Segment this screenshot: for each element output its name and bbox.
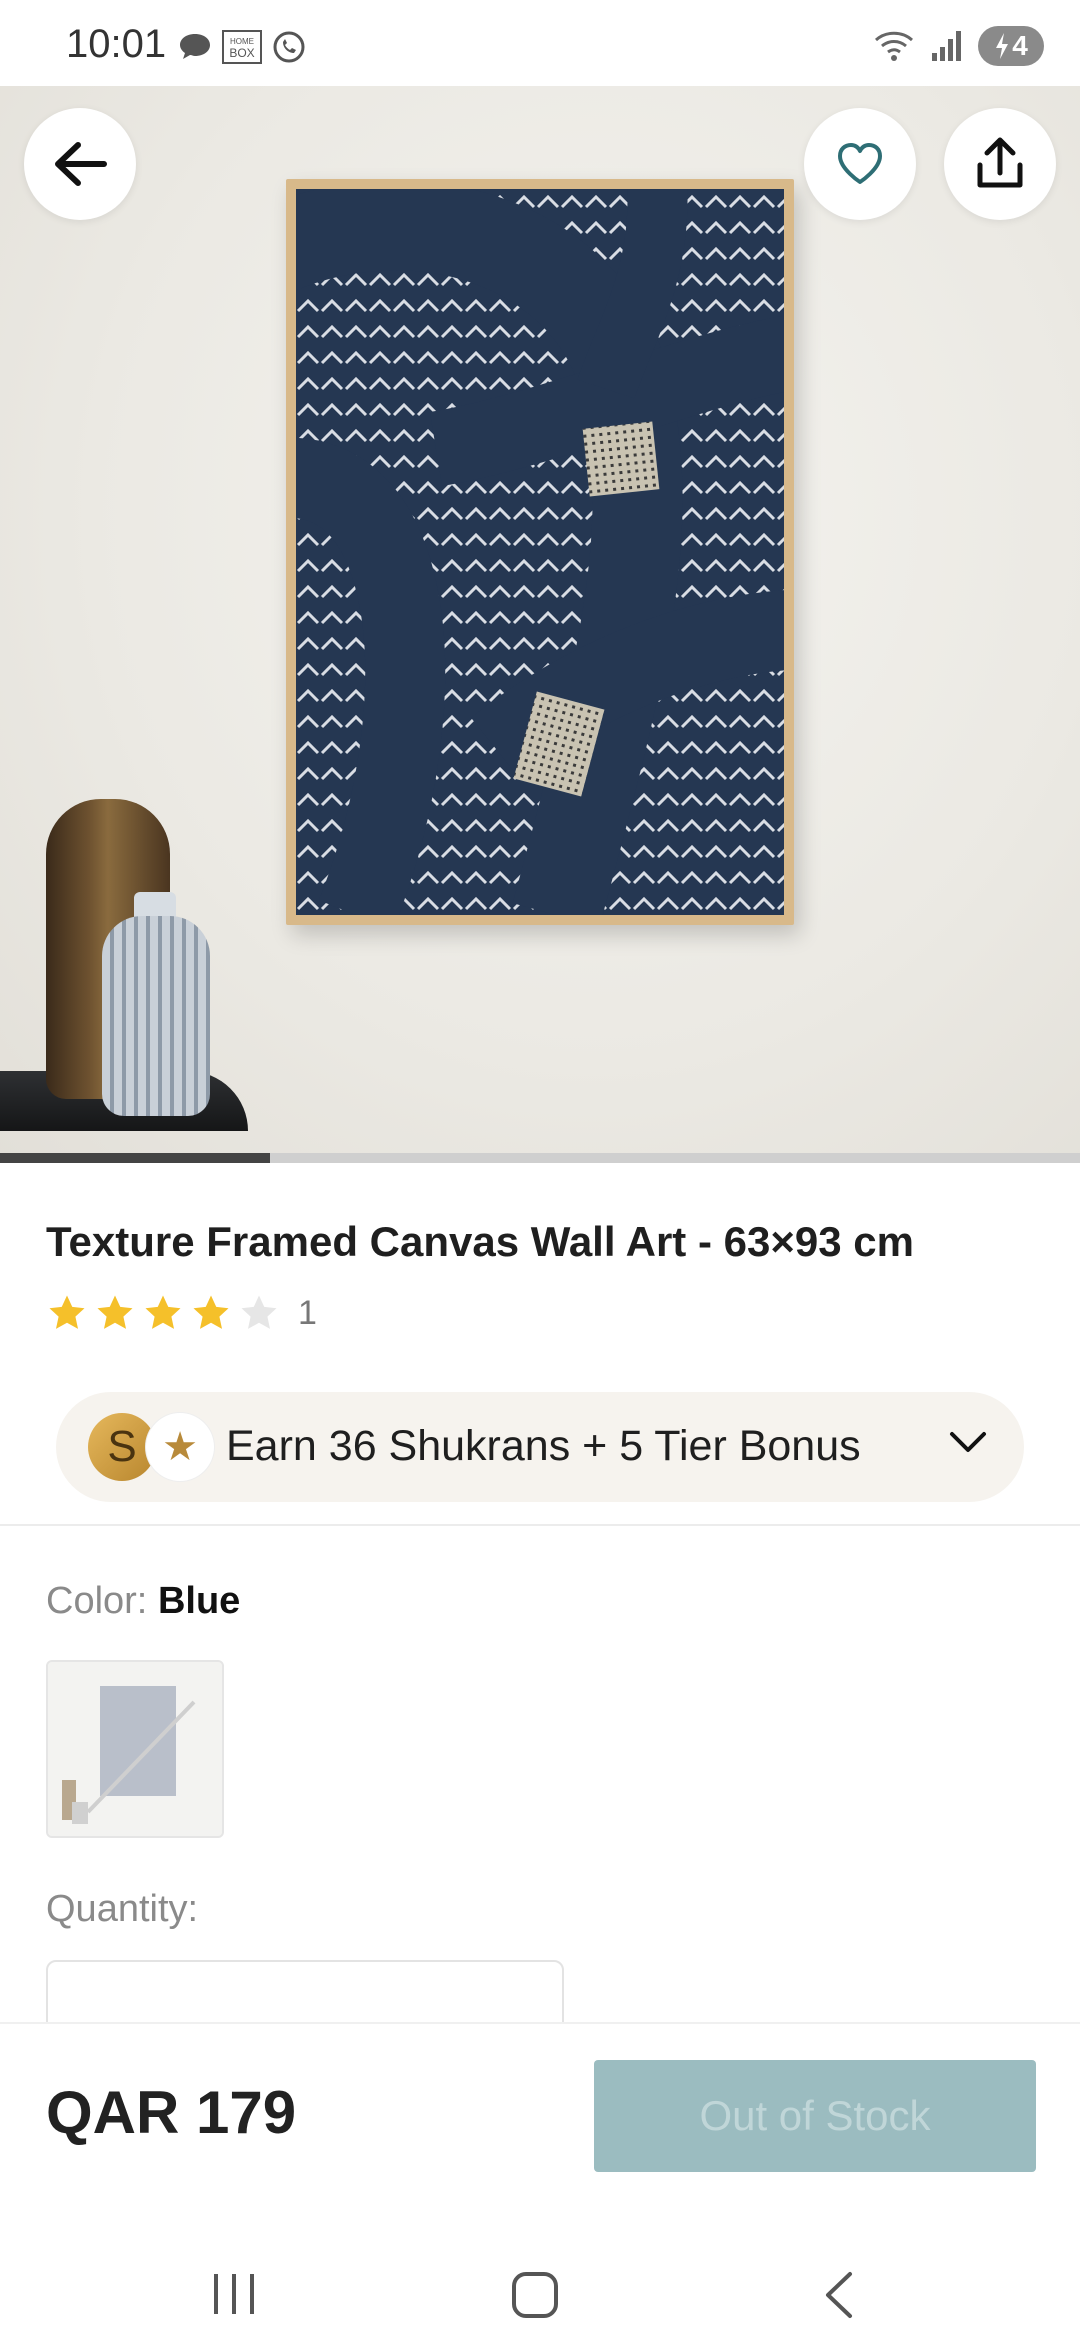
quantity-label: Quantity: (46, 1888, 199, 1930)
star-filled-icon (97, 1295, 133, 1329)
section-divider (0, 1524, 1080, 1526)
shukran-rewards-banner[interactable]: S ★ Earn 36 Shukrans + 5 Tier Bonus (56, 1392, 1024, 1502)
home-icon[interactable] (510, 2270, 560, 2320)
share-button[interactable] (944, 108, 1056, 220)
rating-count: 1 (298, 1293, 317, 1332)
share-icon (977, 137, 1023, 188)
shukran-earn-text: Earn 36 Shukrans + 5 Tier Bonus (226, 1422, 861, 1470)
svg-text:HOME: HOME (230, 37, 254, 46)
whatsapp-icon (273, 31, 305, 63)
battery-icon: 4 (978, 26, 1044, 66)
wishlist-button[interactable] (804, 108, 916, 220)
color-label-text: Color: (46, 1580, 148, 1622)
system-icons: 4 (872, 26, 1044, 66)
color-swatch-blue[interactable] (46, 1660, 224, 1838)
product-price: QAR 179 (46, 2079, 297, 2146)
chevron-down-icon (950, 1432, 986, 1452)
star-empty-icon (241, 1295, 277, 1329)
product-rating[interactable]: 1 (46, 1292, 317, 1334)
rating-stars (46, 1292, 280, 1334)
framed-canvas-artwork (286, 179, 794, 925)
product-title: Texture Framed Canvas Wall Art - 63×93 c… (46, 1218, 914, 1265)
ribbed-vase (102, 916, 210, 1116)
image-progress-bar (0, 1153, 1080, 1163)
star-filled-icon (145, 1295, 181, 1329)
back-nav-icon[interactable] (820, 2270, 860, 2320)
shukran-coin-letter: S (107, 1422, 137, 1471)
battery-level: 4 (1012, 30, 1028, 61)
notification-icons: HOME BOX (178, 30, 306, 64)
bottom-action-bar: QAR 179 Out of Stock (0, 2022, 1080, 2340)
image-progress-fill (0, 1153, 270, 1163)
color-value: Blue (157, 1580, 241, 1622)
system-nav-bar (0, 2250, 1080, 2340)
out-of-stock-button[interactable]: Out of Stock (594, 2060, 1036, 2172)
product-image-carousel[interactable] (0, 86, 1080, 1163)
recent-apps-icon[interactable] (210, 2270, 258, 2318)
status-time: 10:01 (66, 22, 167, 66)
svg-text:BOX: BOX (229, 46, 254, 60)
heart-icon (838, 143, 882, 184)
chat-icon (180, 34, 210, 59)
star-filled-icon (49, 1295, 85, 1329)
back-button[interactable] (24, 108, 136, 220)
tier-star-icon: ★ (146, 1413, 214, 1481)
color-label: Color: Blue (46, 1580, 240, 1623)
status-bar: 10:01 HOME BOX 4 (0, 0, 1080, 86)
back-arrow-icon (55, 142, 107, 186)
star-filled-icon (193, 1295, 229, 1329)
wifi-icon (874, 31, 914, 61)
homebox-icon: HOMEBOX (222, 30, 262, 64)
signal-icon (932, 31, 961, 61)
